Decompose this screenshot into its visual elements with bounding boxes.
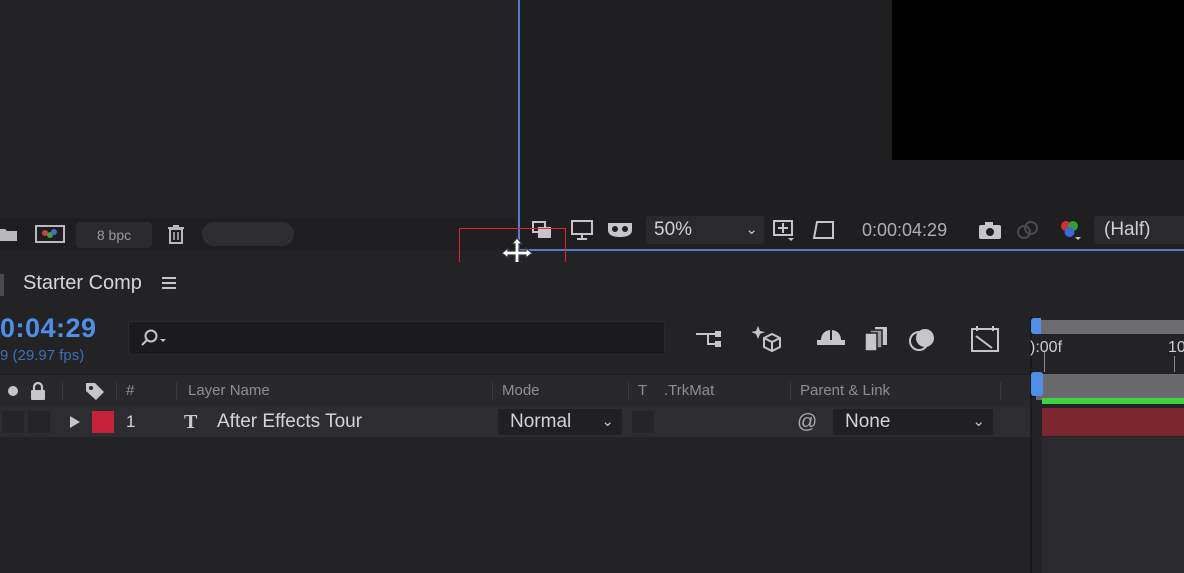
pickwhip-icon[interactable]: @ [797,407,817,437]
lock-toggle[interactable] [28,411,50,433]
column-number-label[interactable]: # [126,375,134,407]
chevron-down-icon: ⌄ [745,221,758,238]
region-of-interest-icon[interactable] [810,217,838,243]
project-panel [0,0,516,250]
ruler-tick [1044,352,1045,372]
composition-bar[interactable] [1036,374,1184,400]
playhead-handle[interactable] [1031,372,1043,396]
bit-depth-button[interactable]: 8 bpc [76,222,152,248]
viewer-toolbar: 50% ⌄ 0:00:04:29 (Half) [518,212,1184,251]
layer-number: 1 [126,412,136,431]
composition-flowchart-icon[interactable] [692,322,726,356]
delete-icon[interactable] [164,224,188,244]
column-mode-label[interactable]: Mode [502,375,540,407]
new-folder-icon[interactable] [0,224,20,244]
frame-blending-icon[interactable] [860,322,894,356]
zoom-value: 50% [654,219,693,240]
ruler-tick-label: ):00f [1030,339,1063,356]
column-trkmat-label[interactable]: .TrkMat [664,375,714,407]
layer-name[interactable]: After Effects Tour [217,407,362,437]
work-area-bar[interactable] [1036,320,1184,334]
resolution-select[interactable]: (Half) [1094,216,1184,244]
tab-close-indicator[interactable] [0,274,4,296]
ruler-tick [1174,356,1175,372]
monitor-icon[interactable] [568,217,596,243]
ruler-tick-label: 10 [1168,339,1184,356]
snapshot-camera-icon[interactable] [976,217,1004,243]
draft-3d-icon[interactable] [752,322,786,356]
render-cache-bar [1042,398,1184,404]
current-time-display[interactable]: 0:04:29 [0,311,97,345]
show-snapshot-icon[interactable] [1014,217,1042,243]
label-tag-icon[interactable] [84,381,106,401]
viewer-timecode[interactable]: 0:00:04:29 [862,216,947,244]
project-scrollbar[interactable] [202,222,294,246]
graph-editor-icon[interactable] [968,322,1002,356]
timeline-empty-area [1042,437,1184,573]
grid-guide-options-icon[interactable] [770,217,798,243]
layer-search-input[interactable] [128,321,665,355]
expand-arrow-icon[interactable] [68,415,82,429]
chevron-down-icon: ⌄ [601,413,614,430]
zoom-select[interactable]: 50% ⌄ [646,216,764,244]
blend-mode-value: Normal [510,411,572,432]
motion-blur-icon[interactable] [906,322,940,356]
shy-layers-icon[interactable] [814,322,848,356]
preserve-transparency-toggle[interactable] [632,411,654,433]
column-t-label[interactable]: T [638,375,647,407]
parent-select[interactable]: None ⌄ [833,409,993,435]
composition-canvas[interactable] [892,0,1184,160]
blend-mode-select[interactable]: Normal ⌄ [498,409,622,435]
tab-starter-comp[interactable]: Starter Comp [23,270,142,296]
layer-column-header: # Layer Name Mode T .TrkMat Parent & Lin… [0,374,1030,408]
video-toggle[interactable] [2,411,24,433]
panel-menu-icon[interactable] [160,274,178,292]
new-composition-icon[interactable] [34,224,66,244]
layer-label-color[interactable] [92,411,114,433]
column-layer-name-label[interactable]: Layer Name [188,375,270,407]
mask-visibility-icon[interactable] [606,217,634,243]
column-parent-link-label[interactable]: Parent & Link [800,375,890,407]
frame-rate-readout: 9 (29.97 fps) [0,347,85,364]
chevron-down-icon: ⌄ [972,413,985,430]
search-icon [141,329,166,346]
layer-duration-bar[interactable] [1042,408,1184,436]
parent-value: None [845,411,891,432]
text-layer-icon: T [184,411,198,433]
work-area-start-handle[interactable] [1031,318,1041,334]
video-switch-icon[interactable] [6,384,20,398]
lock-icon[interactable] [28,381,48,401]
table-row[interactable]: 1 T After Effects Tour Normal ⌄ @ None ⌄ [0,407,1030,437]
channel-rgb-icon[interactable] [1056,217,1084,243]
